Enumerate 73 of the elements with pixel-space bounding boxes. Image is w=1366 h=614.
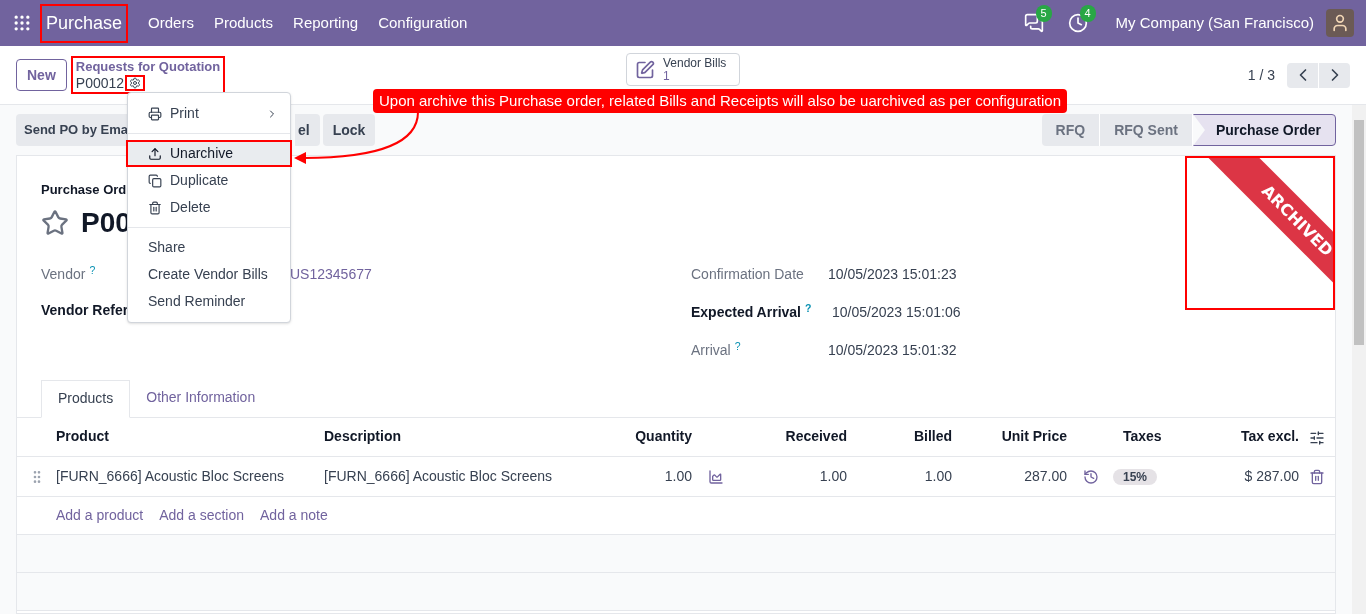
form-title-label: Purchase Ord <box>41 181 127 199</box>
column-header[interactable]: Quantity <box>622 417 692 457</box>
copy-icon <box>148 173 162 188</box>
menu-item[interactable]: Send Reminder <box>128 288 290 315</box>
apps-menu-icon[interactable] <box>12 13 32 33</box>
forecast-chart-icon[interactable] <box>708 468 724 485</box>
column-header[interactable]: Billed <box>847 417 952 457</box>
menu-item[interactable]: Orders <box>148 11 194 35</box>
status-step[interactable]: RFQ <box>1041 114 1101 146</box>
field-label: Arrival $^{?}$ <box>691 340 742 360</box>
vendor-field[interactable]: US12345677 <box>290 264 372 285</box>
pager-value: 1 / 3 <box>1247 65 1275 85</box>
field-label: Vendor $^{?}$ <box>41 266 96 282</box>
menu-item[interactable]: Create Vendor Bills <box>128 261 290 288</box>
field-label: Expected Arrival $^{?}$ <box>691 302 813 322</box>
annotation-callout: Upon archive this Purchase order, related Bills and Receipts will also be uarchived as per configuration <box>373 89 1068 113</box>
upload-icon <box>148 146 162 161</box>
trash-icon <box>148 200 162 215</box>
table-cell: [FURN_6666] Acoustic Bloc Screens <box>324 456 622 497</box>
user-avatar[interactable] <box>1326 9 1354 37</box>
status-step[interactable]: RFQ Sent <box>1100 114 1193 146</box>
table-cell: [FURN_6666] Acoustic Bloc Screens <box>56 456 324 497</box>
settings-button[interactable] <box>125 75 146 91</box>
next-button[interactable] <box>1319 62 1350 88</box>
new-button[interactable]: New <box>16 59 67 91</box>
column-header[interactable]: Unit Price <box>952 417 1067 457</box>
date-field[interactable]: 10/05/2023 15:01:32 <box>828 340 957 361</box>
record-name: P00012 <box>75 75 125 91</box>
table-cell: 1.00 <box>732 456 847 497</box>
tax-tag: 15% <box>1113 469 1158 485</box>
date-field[interactable]: 10/05/2023 15:01:23 <box>828 264 957 285</box>
column-header[interactable]: Tax excl. <box>1189 417 1299 457</box>
column-header[interactable]: Taxes <box>1099 417 1189 457</box>
menu-item[interactable]: Share <box>128 234 290 261</box>
column-header[interactable]: Description <box>324 417 622 457</box>
field-label: Vendor Refer <box>41 302 129 318</box>
lock-button[interactable]: Lock <box>322 114 376 146</box>
messages-badge: 5 <box>1035 5 1052 22</box>
scrollbar[interactable] <box>1352 105 1366 614</box>
column-header[interactable]: Received <box>732 417 847 457</box>
menu-item[interactable]: Print <box>128 100 290 127</box>
add-line-link[interactable]: Add a section <box>159 505 244 526</box>
menu-item[interactable]: Reporting <box>293 11 359 35</box>
column-settings-icon[interactable] <box>1309 429 1325 446</box>
previous-button[interactable] <box>1287 62 1318 88</box>
breadcrumb-link[interactable]: Requests for Quotation <box>75 59 221 75</box>
menu-item[interactable]: Delete <box>128 194 290 221</box>
column-header[interactable]: Product <box>56 417 324 457</box>
activity-badge: 4 <box>1079 5 1096 22</box>
add-line-link[interactable]: Add a note <box>260 505 328 526</box>
table-cell: $ 287.00 <box>1189 456 1299 497</box>
menu-item[interactable]: Unarchive <box>126 140 292 167</box>
field-label: Confirmation Date <box>691 265 805 284</box>
menu-item[interactable]: Configuration <box>378 11 468 35</box>
table-cell: 1.00 <box>847 456 952 497</box>
cancel-button[interactable]: el <box>295 114 320 146</box>
company-name[interactable]: My Company (San Francisco) <box>1115 11 1314 35</box>
menu-item[interactable]: Products <box>213 11 274 35</box>
status-step[interactable]: Purchase Order <box>1192 114 1336 146</box>
tab[interactable]: Products <box>41 379 131 418</box>
printer-icon <box>148 106 162 121</box>
table-cell: 287.00 <box>952 456 1067 497</box>
delete-line-icon[interactable] <box>1309 469 1325 486</box>
vendor-bills-button[interactable]: Vendor Bills 1 <box>626 53 740 86</box>
tab[interactable]: Other Information <box>130 378 272 417</box>
menu-item[interactable]: Duplicate <box>128 167 290 194</box>
favorite-star-icon[interactable] <box>41 208 69 237</box>
add-line-link[interactable]: Add a product <box>56 505 144 526</box>
date-field[interactable]: 10/05/2023 15:01:06 <box>832 302 961 323</box>
table-cell: 1.00 <box>622 456 692 497</box>
edit-icon <box>635 59 655 80</box>
history-icon[interactable] <box>1083 468 1099 485</box>
app-name[interactable]: Purchase <box>40 3 129 43</box>
